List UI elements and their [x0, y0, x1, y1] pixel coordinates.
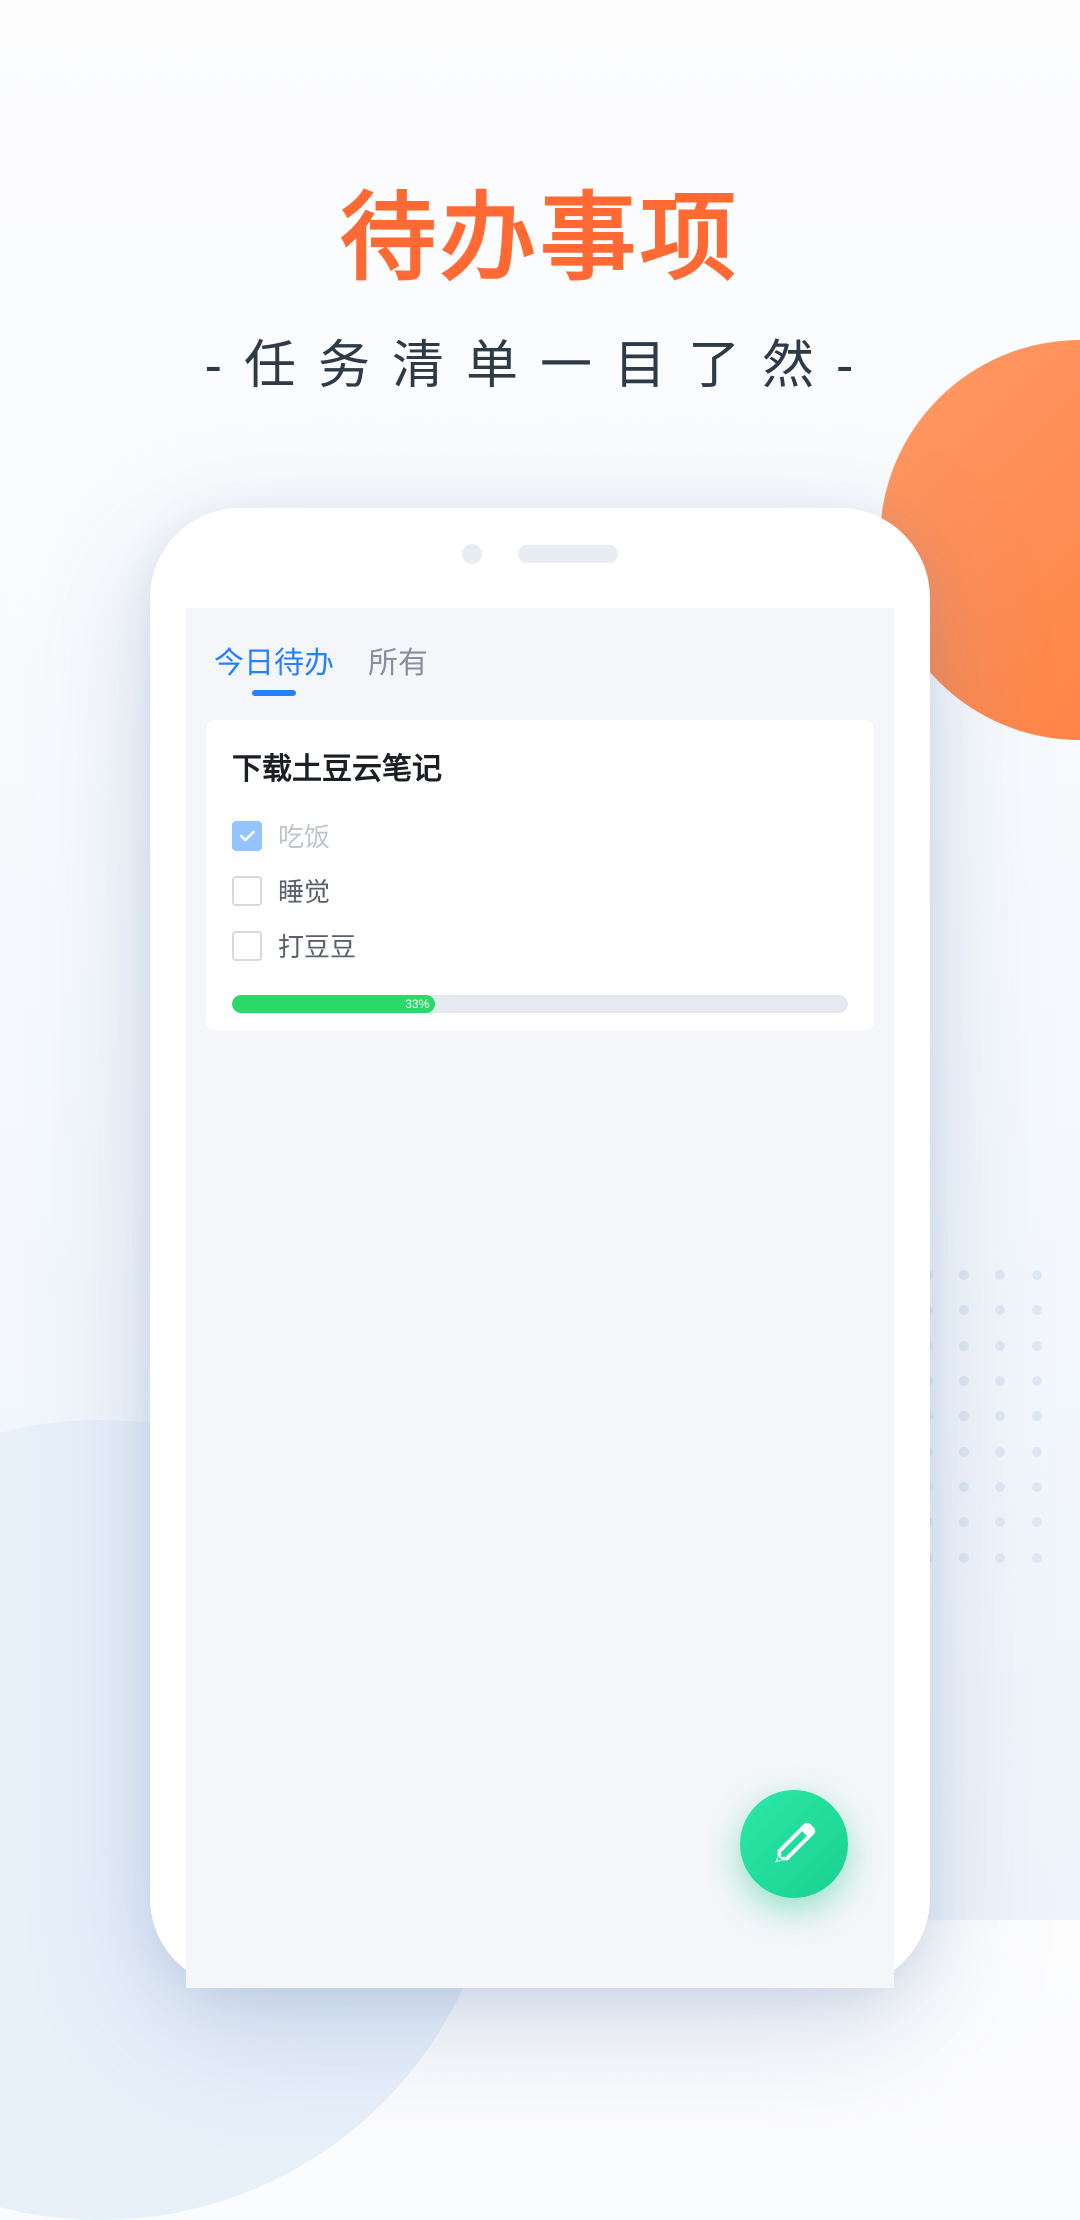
todo-item: 吃饭 [232, 808, 848, 863]
add-note-button[interactable] [740, 1790, 848, 1898]
checkbox[interactable] [232, 821, 262, 851]
card-title: 下载土豆云笔记 [232, 744, 848, 788]
progress-fill: 33% [232, 995, 435, 1013]
hero-title: 待办事项 [0, 160, 1080, 299]
todo-label: 吃饭 [278, 817, 330, 854]
tab-all[interactable]: 所有 [368, 638, 428, 696]
progress-bar: 33% [232, 995, 848, 1013]
todo-item: 打豆豆 [232, 918, 848, 973]
todo-card: 下载土豆云笔记 吃饭 睡觉 打豆豆 33% [206, 720, 874, 1031]
phone-notch [462, 544, 618, 564]
tabs-bar: 今日待办 所有 [186, 608, 894, 704]
hero-subtitle: -任务清单一目了然- [0, 323, 1080, 398]
progress-text: 33% [405, 997, 429, 1011]
phone-frame: 今日待办 所有 下载土豆云笔记 吃饭 睡觉 打豆豆 33% [150, 508, 930, 1988]
phone-screen: 今日待办 所有 下载土豆云笔记 吃饭 睡觉 打豆豆 33% [186, 608, 894, 1988]
todo-label: 睡觉 [278, 872, 330, 909]
check-icon [237, 826, 257, 846]
camera-dot [462, 544, 482, 564]
speaker-pill [518, 545, 618, 563]
checkbox[interactable] [232, 931, 262, 961]
todo-label: 打豆豆 [278, 927, 356, 964]
tab-today[interactable]: 今日待办 [214, 638, 334, 696]
hero-section: 待办事项 -任务清单一目了然- [0, 0, 1080, 398]
checkbox[interactable] [232, 876, 262, 906]
feather-icon [766, 1816, 822, 1872]
todo-item: 睡觉 [232, 863, 848, 918]
